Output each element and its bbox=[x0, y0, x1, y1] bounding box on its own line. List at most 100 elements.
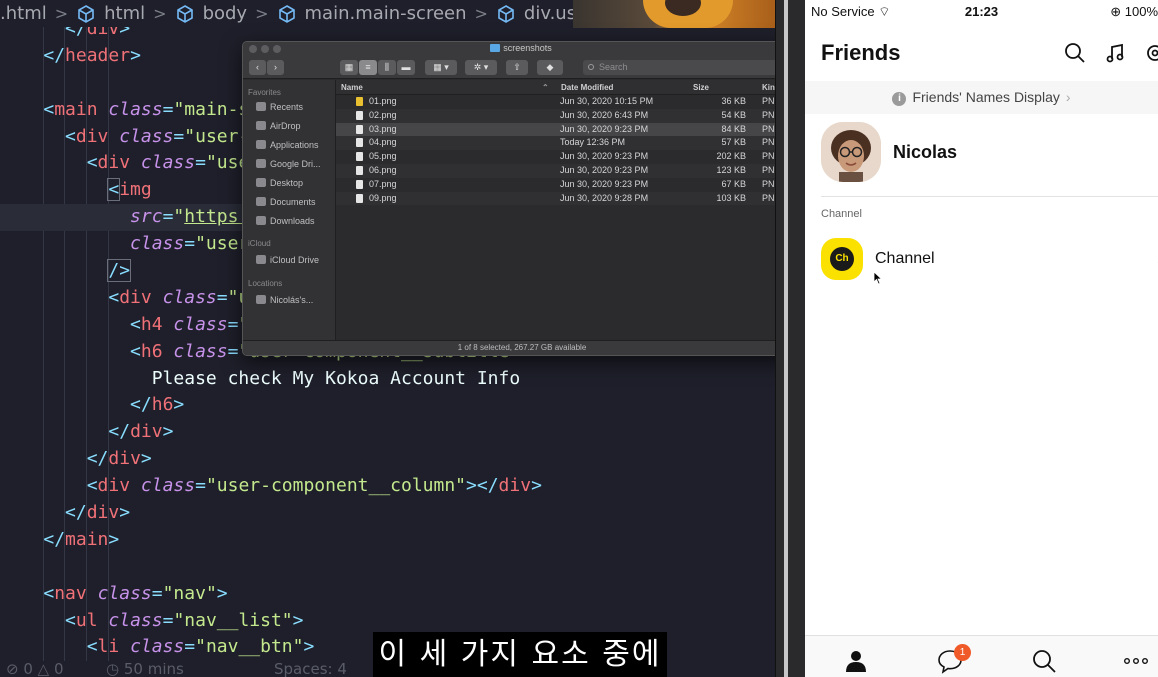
clock-icon bbox=[256, 102, 266, 111]
file-size: 57 KB bbox=[721, 137, 746, 148]
indent-status[interactable]: Spaces: 4 bbox=[274, 663, 347, 677]
sidebar-item-desktop[interactable]: Desktop bbox=[256, 176, 303, 190]
finder-titlebar[interactable]: screenshots bbox=[243, 42, 799, 57]
more-dots-icon bbox=[1124, 657, 1149, 664]
breadcrumb-item[interactable]: main.main-screen > bbox=[277, 3, 496, 24]
finder-sidebar: Favorites Recents AirDrop Applications G… bbox=[243, 80, 336, 342]
avatar bbox=[821, 122, 881, 182]
folder-icon bbox=[490, 44, 501, 52]
search-input[interactable]: Search bbox=[583, 60, 794, 75]
gear-icon[interactable] bbox=[1144, 42, 1158, 64]
sidebar-header: Locations bbox=[248, 279, 283, 288]
action-gear-button[interactable]: ✲ ▾ bbox=[465, 60, 497, 75]
orientation-lock-icon: ⊕ bbox=[1110, 4, 1122, 19]
gallery-view-button[interactable]: ▬ bbox=[397, 60, 415, 75]
file-row[interactable]: 09.pngJun 30, 2020 9:28 PM103 KBPNG imag bbox=[336, 191, 799, 206]
sidebar-item-computer[interactable]: Nicolás's... bbox=[256, 293, 313, 307]
sidebar-item-applications[interactable]: Applications bbox=[256, 138, 319, 152]
search-icon[interactable] bbox=[1064, 42, 1086, 64]
column-header-date[interactable]: Date Modified bbox=[561, 83, 613, 92]
file-size: 54 KB bbox=[721, 109, 746, 120]
download-icon bbox=[256, 216, 266, 225]
code-line: <div class="user-component__column"></di… bbox=[86, 475, 542, 497]
breadcrumb-item[interactable]: html > bbox=[76, 3, 174, 24]
tab-search[interactable] bbox=[1031, 648, 1057, 674]
webcam-overlay bbox=[573, 0, 775, 28]
battery-text: 100% bbox=[1124, 4, 1158, 19]
sidebar-item-icloud-drive[interactable]: iCloud Drive bbox=[256, 253, 319, 267]
file-list-header: Name ⌃ Date Modified Size Kind bbox=[336, 80, 799, 95]
code-line: Please check My Kokoa Account Info bbox=[0, 366, 775, 393]
code-line: <nav class="nav"> bbox=[43, 582, 228, 604]
names-display-banner[interactable]: i Friends' Names Display › bbox=[805, 81, 1158, 114]
cube-icon bbox=[498, 4, 514, 23]
phone-statusbar: No Service ⌔ 21:23 ⊕ 100% bbox=[805, 0, 1158, 24]
search-icon bbox=[588, 64, 594, 70]
group-button[interactable]: ▦ ▾ bbox=[425, 60, 457, 75]
tab-friends[interactable] bbox=[843, 648, 869, 674]
document-icon bbox=[256, 197, 266, 206]
code-line: </main> bbox=[43, 528, 120, 550]
channel-logo-icon: Ch bbox=[821, 238, 863, 280]
file-size: 103 KB bbox=[716, 192, 746, 203]
file-row[interactable]: 04.pngToday 12:36 PM57 KBPNG imag bbox=[336, 136, 799, 151]
desktop-icon bbox=[256, 178, 266, 187]
laptop-icon bbox=[256, 295, 266, 304]
sidebar-item-documents[interactable]: Documents bbox=[256, 195, 316, 209]
page-title: Friends bbox=[821, 40, 901, 65]
section-label: Channel bbox=[821, 208, 862, 220]
cloud-icon bbox=[256, 255, 266, 264]
problems-status[interactable]: ⊘ 0 △ 0 bbox=[6, 663, 64, 677]
music-icon[interactable] bbox=[1104, 42, 1126, 64]
code-line: </div> bbox=[86, 448, 152, 470]
back-button[interactable]: ‹ bbox=[249, 60, 266, 75]
file-list: Name ⌃ Date Modified Size Kind 01.png Jun… bbox=[336, 80, 799, 342]
cube-icon bbox=[176, 4, 193, 23]
file-row[interactable]: 01.pngJun 30, 2020 10:15 PM36 KBPNG imag bbox=[336, 95, 799, 109]
icon-view-button[interactable]: ▦ bbox=[340, 60, 358, 75]
my-profile-row[interactable]: Nicolas bbox=[821, 122, 1158, 184]
time-status: ◷ 50 mins bbox=[106, 663, 184, 677]
finder-window[interactable]: screenshots ‹ › ▦ ≡ ⫼ ▬ ▦ ▾ ✲ ▾ ⇧ ◆ Sear… bbox=[242, 41, 800, 356]
file-row[interactable]: 02.pngJun 30, 2020 6:43 PM54 KBPNG imag bbox=[336, 108, 799, 123]
breadcrumb-item[interactable]: body > bbox=[175, 3, 277, 24]
person-icon bbox=[846, 651, 866, 672]
share-icon[interactable]: ⇧ bbox=[506, 60, 528, 75]
phone-simulator[interactable]: No Service ⌔ 21:23 ⊕ 100% Friends i Frien… bbox=[805, 0, 1158, 677]
cube-icon bbox=[78, 4, 94, 23]
file-row[interactable]: 06.pngJun 30, 2020 9:23 PM123 KBPNG imag bbox=[336, 163, 799, 178]
mouse-cursor-icon bbox=[873, 271, 883, 285]
code-line: </h6> bbox=[130, 394, 185, 416]
file-row[interactable]: 05.pngJun 30, 2020 9:23 PM202 KBPNG imag bbox=[336, 150, 799, 164]
phone-header: Friends bbox=[805, 36, 1158, 76]
cube-icon bbox=[278, 4, 295, 23]
folder-icon bbox=[256, 159, 266, 168]
profile-name: Nicolas bbox=[893, 142, 958, 162]
breadcrumb-item[interactable]: .html > bbox=[0, 3, 76, 24]
file-row[interactable]: 07.pngJun 30, 2020 9:23 PM67 KBPNG imag bbox=[336, 178, 799, 192]
channel-row[interactable]: Ch Channel 2 bbox=[821, 238, 1158, 282]
finder-toolbar: ‹ › ▦ ≡ ⫼ ▬ ▦ ▾ ✲ ▾ ⇧ ◆ Search bbox=[243, 57, 799, 79]
file-size: 84 KB bbox=[721, 123, 746, 134]
airdrop-icon bbox=[256, 121, 266, 130]
sidebar-item-recents[interactable]: Recents bbox=[256, 100, 303, 114]
file-size: 202 KB bbox=[716, 151, 746, 162]
tab-more[interactable] bbox=[1123, 648, 1149, 674]
file-size: 123 KB bbox=[716, 164, 746, 175]
list-view-button[interactable]: ≡ bbox=[359, 60, 377, 75]
column-header-name[interactable]: Name bbox=[341, 83, 363, 92]
forward-button[interactable]: › bbox=[267, 60, 284, 75]
sidebar-item-google-drive[interactable]: Google Dri... bbox=[256, 157, 321, 171]
sidebar-item-airdrop[interactable]: AirDrop bbox=[256, 119, 301, 133]
column-view-button[interactable]: ⫼ bbox=[378, 60, 396, 75]
code-text-content: Please check My Kokoa Account Info bbox=[151, 367, 521, 389]
scrollbar[interactable] bbox=[784, 0, 788, 677]
tag-icon[interactable]: ◆ bbox=[537, 60, 563, 75]
bottom-tabbar bbox=[805, 635, 1158, 677]
chat-unread-badge: 1 bbox=[954, 644, 971, 661]
file-row[interactable]: 03.pngJun 30, 2020 9:23 PM84 KBPNG imag bbox=[336, 122, 799, 137]
finder-title: screenshots bbox=[503, 43, 552, 53]
clock-text: 21:23 bbox=[964, 4, 999, 19]
sidebar-item-downloads[interactable]: Downloads bbox=[256, 214, 315, 228]
column-header-size[interactable]: Size bbox=[693, 83, 709, 92]
